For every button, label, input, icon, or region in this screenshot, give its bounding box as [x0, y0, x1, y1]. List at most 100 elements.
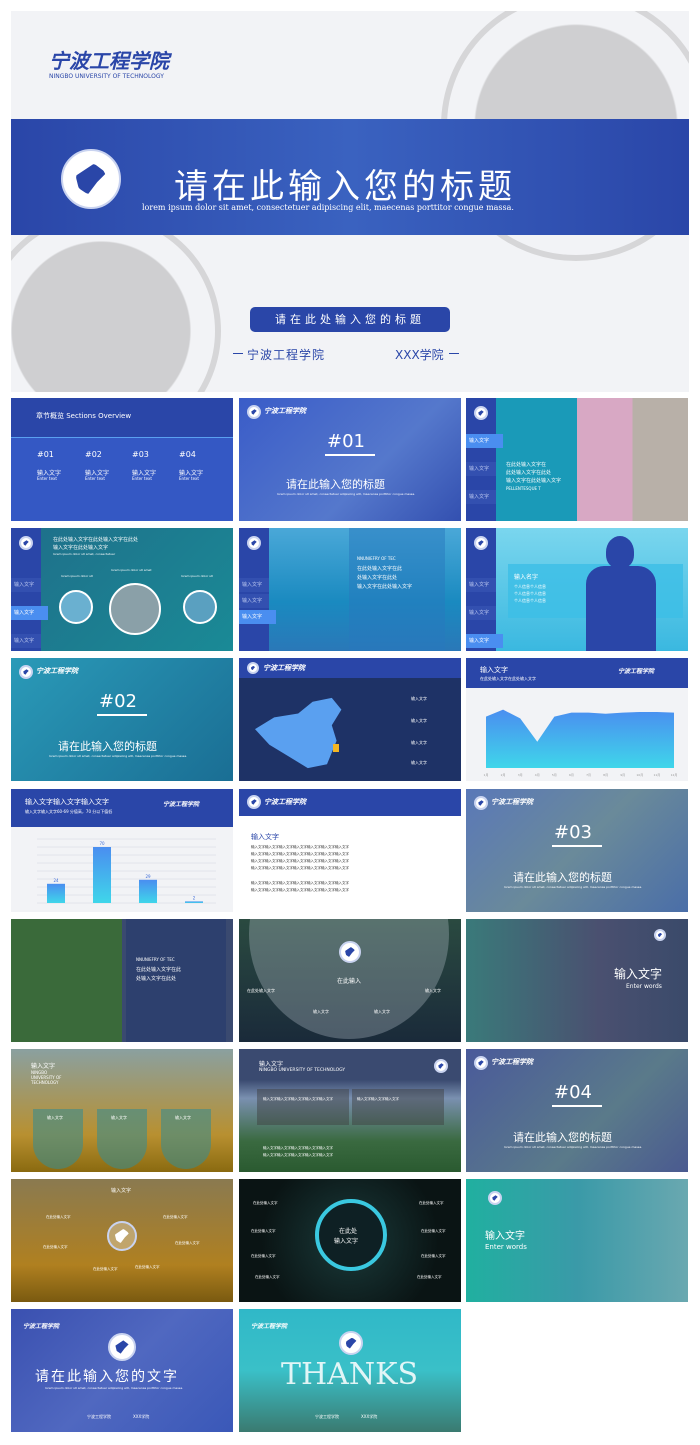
side-nav-item[interactable]: 输入文字 [11, 634, 41, 648]
china-map[interactable] [255, 697, 342, 769]
diagram-item: 在此处输入文字 [419, 1201, 444, 1205]
side-nav-item[interactable]: 输入文字 [239, 610, 276, 624]
closing-subtitle: lorem ipsum dolor sit amet, consectetuer… [45, 1386, 184, 1390]
person-silhouette [606, 536, 634, 568]
slide-bar-chart[interactable]: 输入文字输入文字输入文字 输入文字输入文字60-69 分值高，70 分以下值低 … [11, 789, 233, 912]
slide-section-04[interactable]: 宁波工程学院 #04 请在此输入您的标题 lorem ipsum dolor s… [466, 1049, 688, 1172]
slide-title: 章节概览 Sections Overview [36, 412, 132, 420]
slide-title: 输入文字在此处输入文字 [53, 545, 109, 551]
slide-title: 输入文字 [111, 1188, 132, 1194]
cover-slide: 宁波工程学院 NINGBO UNIVERSITY OF TECHNOLOGY 请… [11, 11, 689, 392]
slide-circle-diagram[interactable]: 在此输入 在此处输入文字 输入文字 输入文字 输入文字 [239, 919, 461, 1042]
slide-title: 输入文字 [614, 967, 663, 981]
slide-text[interactable]: 宁波工程学院 输入文字 输入文字输入文字输入文字输入文字输入文字输入文字输入文字… [239, 789, 461, 912]
photo-circle [183, 590, 217, 624]
body-text: 输入文字输入文字输入文字输入文字输入文字 [263, 1153, 333, 1157]
body-text: 处输入文字在此处 [357, 575, 398, 581]
body-text: 输入文字输入文字输入文字输入文字输入文字输入文字输入文字 [251, 845, 349, 849]
slide-subtitle: 在此处输入文字在此处输入文字 [480, 676, 536, 681]
logo-subtitle: NINGBO UNIVERSITY OF TECHNOLOGY [49, 73, 164, 80]
side-nav-item[interactable]: 输入文字 [239, 594, 269, 608]
logo-text: 宁波工程学院 [491, 797, 533, 806]
x-tick-label: 4月 [535, 773, 540, 777]
area-series [486, 709, 674, 768]
side-nav-item[interactable]: 输入文字 [466, 578, 496, 592]
side-nav-item[interactable]: 输入文字 [466, 434, 503, 448]
highlight-region[interactable] [333, 744, 339, 752]
slide-section-03[interactable]: 宁波工程学院 #03 请在此输入您的标题 lorem ipsum dolor s… [466, 789, 688, 912]
logo-text: 宁波工程学院 [264, 406, 306, 415]
slide-forest-columns[interactable]: 输入文字 NINGBO UNIVERSITY OF TECHNOLOGY 输入文… [11, 1049, 233, 1172]
center-label: 在此处 [339, 1228, 358, 1235]
slide-subtitle: lorem ipsum dolor sit amet, consectetuer [53, 552, 116, 556]
diagram-item: 在此处输入文字 [417, 1275, 442, 1279]
diagram-item: 在此处输入文字 [421, 1229, 446, 1233]
x-tick-label: 3月 [518, 773, 523, 777]
diagram-item: 在此处输入文字 [43, 1245, 68, 1249]
label: lorem ipsum dolor sit [61, 574, 93, 578]
diagram-item: 在此处输入文字 [247, 988, 275, 993]
slide-section-02[interactable]: 宁波工程学院 #02 请在此输入您的标题 lorem ipsum dolor s… [11, 658, 233, 781]
body-text: 输入文字输入文字输入文字输入文字输入文字输入文字输入文字 [251, 859, 349, 863]
school-name: 宁波工程学院 [247, 348, 326, 362]
body-text: 输入文字输入文字输入文字输入文字输入文字输入文字输入文字 [251, 852, 349, 856]
label: lorem ipsum dolor sit amet [111, 568, 152, 572]
body-text: 输入文字输入文字输入文字输入文字输入文字输入文字输入文字 [251, 888, 349, 892]
side-nav-item[interactable]: 输入文字 [11, 606, 48, 620]
side-nav-item[interactable]: 输入文字 [466, 606, 496, 620]
college-name: XXX学院 [133, 1414, 150, 1419]
side-nav-item[interactable]: 输入文字 [466, 462, 496, 476]
body-text: 输入文字在此处输入文字 [506, 478, 562, 484]
university-seal-icon [247, 405, 261, 419]
side-nav-item[interactable]: 输入文字 [466, 634, 503, 648]
slide-title: 输入文字 [251, 833, 279, 841]
side-nav-item[interactable]: 输入文字 [466, 490, 496, 504]
title-band: 请在此输入您的标题 lorem ipsum dolor sit amet, co… [11, 119, 689, 235]
divider [233, 353, 243, 354]
section-subtitle: lorem ipsum dolor sit amet, consectetuer… [277, 492, 416, 496]
diagram-item: 在此处输入文字 [421, 1254, 446, 1258]
center-label: 在此输入 [337, 978, 362, 985]
slide-title: 输入文字 [480, 666, 508, 674]
slide-arc-diagram[interactable]: 输入文字 在此处输入文字 在此处输入文字 在此处输入文字 在此处输入文字 在此处… [11, 1179, 233, 1302]
column-label: 输入文字 [111, 1115, 127, 1120]
slide-title: 输入文字输入文字输入文字 [25, 798, 109, 806]
diagram-item: 在此处输入文字 [255, 1275, 280, 1279]
slide-circle-photos[interactable]: 输入文字 输入文字 输入文字 在此处输入文字在此处输入文字在此处 输入文字在此处… [11, 528, 233, 651]
center-label: 输入文字 [334, 1238, 359, 1245]
subtitle-button[interactable]: 请在此处输入您的标题 [250, 307, 450, 332]
slide-radial-diagram[interactable]: 在此处 输入文字 在此处输入文字 在此处输入文字 在此处输入文字 在此处输入文字… [239, 1179, 461, 1302]
slide-sections-overview[interactable]: 章节概览 Sections Overview #01 #02 #03 #04 输… [11, 398, 233, 521]
section-title: 请在此输入您的标题 [513, 871, 612, 884]
slide-china-map[interactable]: 宁波工程学院 输入文字 输入文字 输入文字 输入文字 [239, 658, 461, 781]
x-tick-label: 5月 [552, 773, 557, 777]
diagram-item: 在此处输入文字 [93, 1267, 118, 1271]
slide-area-chart[interactable]: 输入文字 在此处输入文字在此处输入文字 宁波工程学院 1月 2月 3月 4月 5月 6月 7… [466, 658, 688, 781]
label: lorem ipsum dolor sit [181, 574, 213, 578]
logo-text: 宁波工程学院 [49, 49, 169, 73]
slide-title-en: TECHNOLOGY [31, 1080, 59, 1085]
slide-photo-text[interactable]: 输入文字 输入文字 输入文字 在此处输入文字在 此处输入文字在此处 输入文字在此… [466, 398, 688, 521]
slide-profile[interactable]: 输入文字 输入文字 输入文字 输入名字 个人信息个人信息 个人信息个人信息 个人… [466, 528, 688, 651]
logo-text: 宁波工程学院 [163, 801, 200, 808]
slide-bridge[interactable]: 输入文字 Enter words [466, 1179, 688, 1302]
slide-thanks[interactable]: 宁波工程学院 THANKS 宁波工程学院 XXX学院 [239, 1309, 461, 1432]
slide-stadium[interactable]: 输入文字 NINGBO UNIVERSITY OF TECHNOLOGY 输入文… [239, 1049, 461, 1172]
slide-enter-words[interactable]: 输入文字 Enter words [466, 919, 688, 1042]
slide-section-01[interactable]: 宁波工程学院 #01 请在此输入您的标题 lorem ipsum dolor s… [239, 398, 461, 521]
slide-lake-text[interactable]: 输入文字 输入文字 输入文字 NNUNIEFRY OF TEC 在此处输入文字在… [239, 528, 461, 651]
section-title: 请在此输入您的标题 [58, 740, 157, 753]
section-title: 请在此输入您的标题 [286, 478, 385, 491]
body-text-en: NNUNIEFRY OF TEC [357, 556, 396, 561]
slide-trees-text[interactable]: NNUNIEFRY OF TEC 在此处输入文字在此 处输入文字在此处 [11, 919, 233, 1042]
person-name: 输入名字 [514, 574, 539, 581]
college-name: XXX学院 [361, 1414, 378, 1419]
diagram-item: 在此处输入文字 [251, 1254, 276, 1258]
logo-text: 宁波工程学院 [263, 663, 305, 672]
side-nav-item[interactable]: 输入文字 [239, 578, 269, 592]
side-nav-item[interactable]: 输入文字 [11, 578, 41, 592]
slide-closing-text[interactable]: 宁波工程学院 请在此输入您的文字 lorem ipsum dolor sit a… [11, 1309, 233, 1432]
logo-text: 宁波工程学院 [618, 668, 655, 675]
diagram-item: 输入文字 [313, 1009, 329, 1014]
column-label: 输入文字 [47, 1115, 63, 1120]
